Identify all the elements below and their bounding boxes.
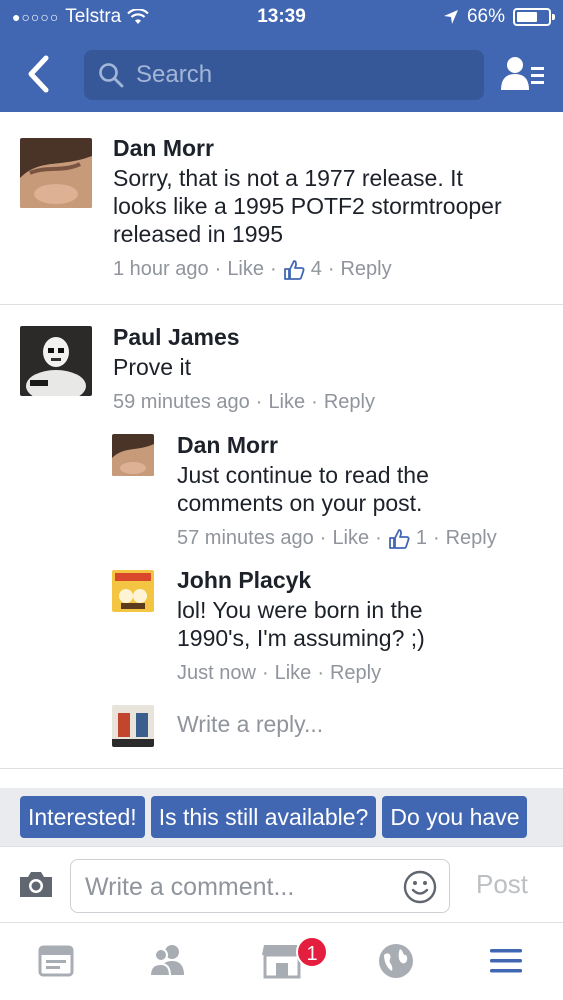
camera-button[interactable] xyxy=(18,869,54,899)
avatar-photo xyxy=(112,434,154,476)
like-count: 4 xyxy=(310,258,322,280)
meta-separator: · xyxy=(311,391,318,413)
comment-author[interactable]: Paul James xyxy=(113,324,240,351)
reply-line: 1990's, I'm assuming? ;) xyxy=(177,625,425,651)
reply-link[interactable]: Reply xyxy=(340,258,391,281)
search-bar[interactable] xyxy=(84,50,484,100)
comment-text: Sorry, that is not a 1977 release. It lo… xyxy=(113,164,502,248)
comment-meta: 59 minutes ago · Like · Reply xyxy=(113,391,375,414)
reply-meta: Just now · Like · Reply xyxy=(177,662,381,685)
like-link[interactable]: Like xyxy=(227,258,264,281)
chevron-left-icon xyxy=(28,55,49,93)
comment-text: Prove it xyxy=(113,353,191,381)
divider xyxy=(0,304,563,305)
comment-input[interactable] xyxy=(85,870,385,904)
reply-author[interactable]: John Placyk xyxy=(177,567,311,594)
reply-avatar[interactable] xyxy=(112,570,154,612)
reply-line: lol! You were born in the xyxy=(177,597,423,623)
like-link[interactable]: Like xyxy=(275,662,312,685)
reply-time: 57 minutes ago xyxy=(177,527,314,549)
status-bar: ●○○○○ Telstra 13:39 66% xyxy=(0,0,563,36)
comment-time: 59 minutes ago xyxy=(113,391,250,413)
like-link[interactable]: Like xyxy=(268,391,305,414)
reply-time: Just now xyxy=(177,662,256,684)
comment-meta: 1 hour ago · Like · 4 · Reply xyxy=(113,258,392,281)
comment-box[interactable] xyxy=(70,859,450,913)
tab-menu[interactable] xyxy=(486,941,530,985)
quick-replies-bar: Interested! Is this still available? Do … xyxy=(0,788,563,846)
search-input[interactable] xyxy=(136,61,456,89)
reply-meta: 57 minutes ago · Like · 1 · Reply xyxy=(177,527,497,550)
reply-line: Just continue to read the xyxy=(177,462,429,488)
my-avatar xyxy=(112,705,154,747)
friends-icon xyxy=(148,945,184,977)
reply-text: Just continue to read the comments on yo… xyxy=(177,461,429,517)
avatar-photo xyxy=(112,705,154,747)
quick-reply-chip[interactable]: Do you have xyxy=(382,796,528,838)
news-feed-icon xyxy=(38,945,74,977)
smiley-icon xyxy=(403,870,437,904)
back-button[interactable] xyxy=(22,52,56,96)
quick-reply-chip[interactable]: Is this still available? xyxy=(150,796,377,838)
meta-separator: · xyxy=(317,662,324,684)
menu-icon xyxy=(490,949,522,973)
avatar-photo xyxy=(20,326,92,396)
tab-friends[interactable] xyxy=(146,941,190,985)
emoji-button[interactable] xyxy=(403,870,437,904)
comment-author[interactable]: Dan Morr xyxy=(113,135,214,162)
post-button[interactable]: Post xyxy=(476,869,528,900)
quick-reply-chip[interactable]: Interested! xyxy=(20,796,145,838)
avatar-photo xyxy=(20,138,92,208)
reply-avatar[interactable] xyxy=(112,434,154,476)
comment-line: Sorry, that is not a 1977 release. It xyxy=(113,165,463,191)
marketplace-badge: 1 xyxy=(296,936,328,968)
camera-icon xyxy=(20,872,52,897)
reply-link[interactable]: Reply xyxy=(324,391,375,414)
meta-separator: · xyxy=(255,391,263,413)
quick-replies: Interested! Is this still available? Do … xyxy=(20,796,528,838)
comment-composer: Post xyxy=(0,846,563,922)
meta-separator: · xyxy=(432,527,440,549)
divider xyxy=(0,768,563,769)
comment-line: Prove it xyxy=(113,354,191,380)
reply-link[interactable]: Reply xyxy=(330,662,381,685)
search-icon xyxy=(99,63,124,88)
top-header: ●○○○○ Telstra 13:39 66% xyxy=(0,0,563,112)
comment-line: looks like a 1995 POTF2 stormtrooper xyxy=(113,193,502,219)
reply-line: comments on your post. xyxy=(177,490,423,516)
comment-line: released in 1995 xyxy=(113,221,284,247)
meta-separator: · xyxy=(319,527,327,549)
meta-separator: · xyxy=(214,258,222,280)
friend-requests-button[interactable] xyxy=(500,54,546,94)
like-count: 1 xyxy=(415,527,427,549)
status-right: 66% xyxy=(443,6,555,28)
comment-time: 1 hour ago xyxy=(113,258,209,280)
reply-link[interactable]: Reply xyxy=(446,527,497,550)
battery-percent: 66% xyxy=(466,6,505,27)
reply-text: lol! You were born in the 1990's, I'm as… xyxy=(177,596,425,652)
battery-fill xyxy=(517,12,537,22)
location-arrow-icon xyxy=(443,10,458,24)
avatar[interactable] xyxy=(20,326,92,396)
globe-icon xyxy=(379,944,413,978)
friend-list-icon xyxy=(501,57,544,90)
bottom-tab-bar xyxy=(0,922,563,1000)
avatar[interactable] xyxy=(20,138,92,208)
tab-notifications[interactable] xyxy=(376,941,420,985)
reply-author[interactable]: Dan Morr xyxy=(177,432,278,459)
meta-separator: · xyxy=(375,527,382,549)
meta-separator: · xyxy=(327,258,335,280)
tab-news-feed[interactable] xyxy=(36,941,80,985)
like-thumb-icon xyxy=(283,259,305,281)
battery-icon xyxy=(513,8,555,26)
avatar-photo xyxy=(112,570,154,612)
like-link[interactable]: Like xyxy=(332,527,369,550)
meta-separator: · xyxy=(261,662,269,684)
meta-separator: · xyxy=(270,258,277,280)
write-reply-input[interactable]: Write a reply... xyxy=(177,711,323,738)
like-thumb-icon xyxy=(388,528,410,550)
